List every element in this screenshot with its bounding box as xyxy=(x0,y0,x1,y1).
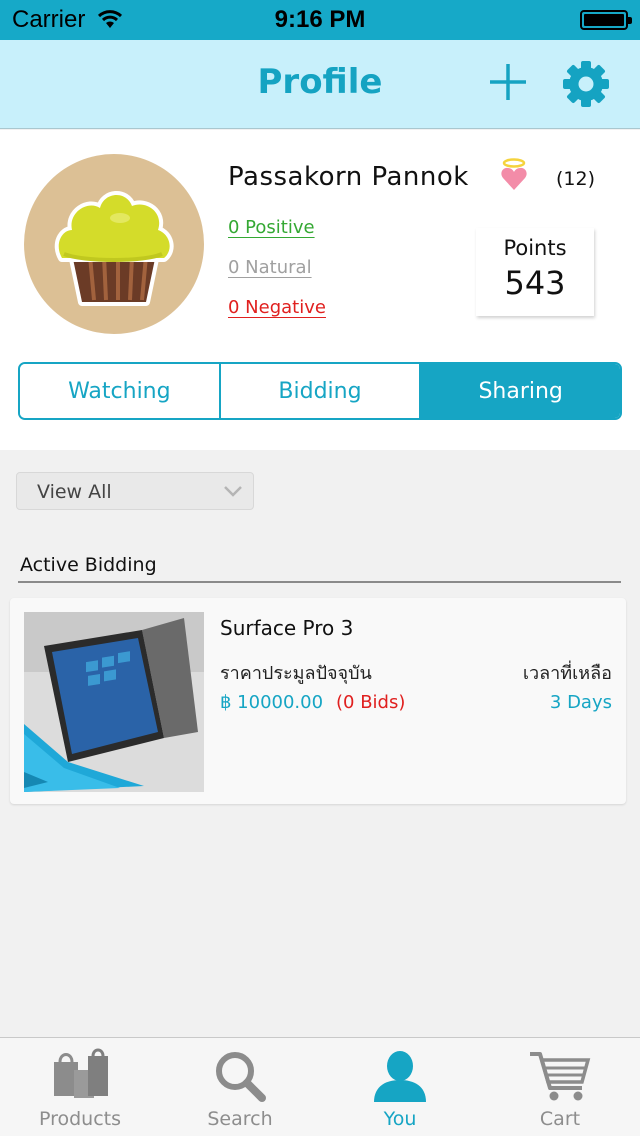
tab-you-label: You xyxy=(383,1108,417,1130)
settings-button[interactable] xyxy=(562,60,610,108)
tab-products-label: Products xyxy=(38,1108,122,1130)
search-icon xyxy=(216,1052,266,1102)
page-title: Profile xyxy=(257,62,383,102)
points-value: 543 xyxy=(504,264,566,302)
tab-products[interactable]: Products xyxy=(0,1038,160,1136)
gear-icon xyxy=(563,61,609,107)
view-filter-dropdown[interactable]: View All xyxy=(16,472,254,510)
tab-you[interactable]: You xyxy=(320,1038,480,1136)
time-remaining-label: เวลาที่เหลือ xyxy=(522,663,612,684)
filter-selected-value: View All xyxy=(37,481,112,503)
negative-rating-link[interactable]: 0 Negative xyxy=(228,297,326,318)
current-price-label: ราคาประมูลปัจจุบัน xyxy=(220,663,372,684)
chevron-down-icon xyxy=(224,486,242,497)
tab-search-label: Search xyxy=(207,1108,273,1130)
avatar[interactable] xyxy=(24,154,204,334)
listing-card[interactable]: Surface Pro 3 ราคาประมูลปัจจุบัน เวลาที่… xyxy=(10,598,626,804)
profile-header: Passakorn Pannok (12) 0 Positive 0 Natur… xyxy=(0,130,640,450)
user-icon xyxy=(374,1051,426,1102)
time-remaining: 3 Days xyxy=(549,692,612,713)
tab-search[interactable]: Search xyxy=(160,1038,320,1136)
product-image[interactable] xyxy=(24,612,204,792)
points-card: Points 543 xyxy=(476,228,594,316)
battery-icon xyxy=(580,10,632,30)
shopping-bags-icon xyxy=(54,1048,108,1098)
cupcake-icon xyxy=(54,191,174,306)
status-bar: Carrier 9:16 PM xyxy=(0,0,640,40)
current-price: ฿ 10000.00 xyxy=(220,692,324,713)
wifi-icon xyxy=(97,9,123,34)
navigation-bar: Profile xyxy=(0,40,640,129)
positive-rating-link[interactable]: 0 Positive xyxy=(228,217,315,238)
section-title: Active Bidding xyxy=(20,554,157,576)
cart-icon xyxy=(530,1052,591,1101)
tab-cart-label: Cart xyxy=(539,1108,581,1130)
plus-icon xyxy=(490,64,526,100)
product-name: Surface Pro 3 xyxy=(220,616,354,640)
battery-fill xyxy=(584,14,624,26)
carrier-label: Carrier xyxy=(12,6,86,33)
reputation-count: (12) xyxy=(556,168,596,190)
tab-bar: Products Search You Cart xyxy=(0,1037,640,1136)
bids-count: (0 Bids) xyxy=(336,692,406,713)
segment-watching[interactable]: Watching xyxy=(20,364,221,418)
angel-heart-icon xyxy=(500,158,528,196)
clock: 9:16 PM xyxy=(274,6,366,33)
user-name: Passakorn Pannok xyxy=(228,162,469,192)
add-button[interactable] xyxy=(486,60,530,104)
segment-sharing[interactable]: Sharing xyxy=(421,364,620,418)
points-label: Points xyxy=(503,236,567,260)
segmented-control: Watching Bidding Sharing xyxy=(18,362,622,420)
tab-cart[interactable]: Cart xyxy=(480,1038,640,1136)
segment-bidding[interactable]: Bidding xyxy=(220,364,422,418)
tablet-photo xyxy=(24,612,204,792)
natural-rating-link[interactable]: 0 Natural xyxy=(228,257,312,278)
section-divider xyxy=(18,581,621,583)
